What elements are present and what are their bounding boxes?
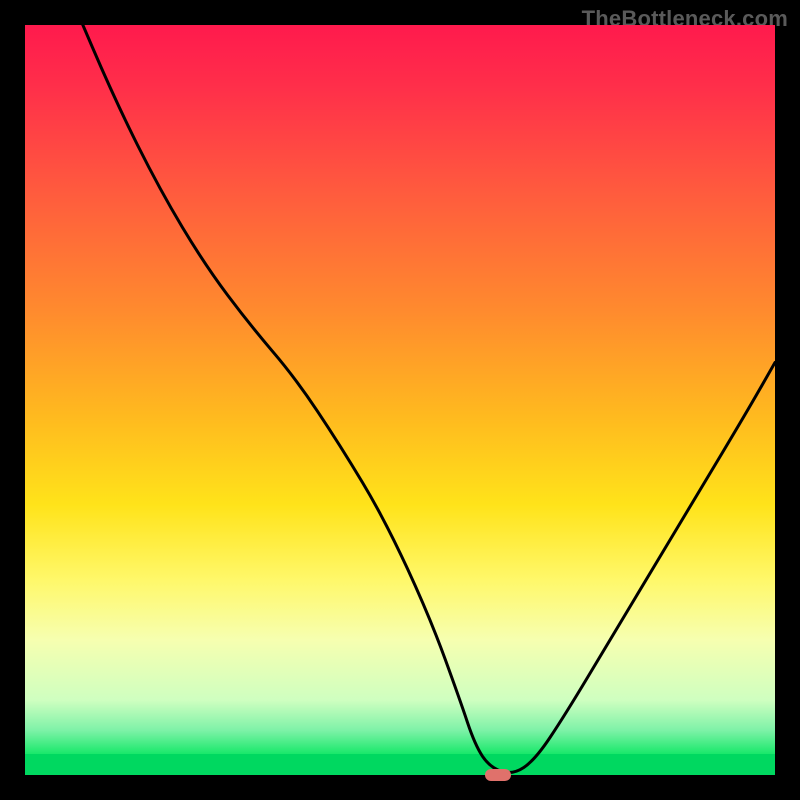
chart-frame: TheBottleneck.com [0,0,800,800]
optimal-point-marker [485,769,511,781]
bottleneck-curve [25,25,775,775]
plot-area [25,25,775,775]
